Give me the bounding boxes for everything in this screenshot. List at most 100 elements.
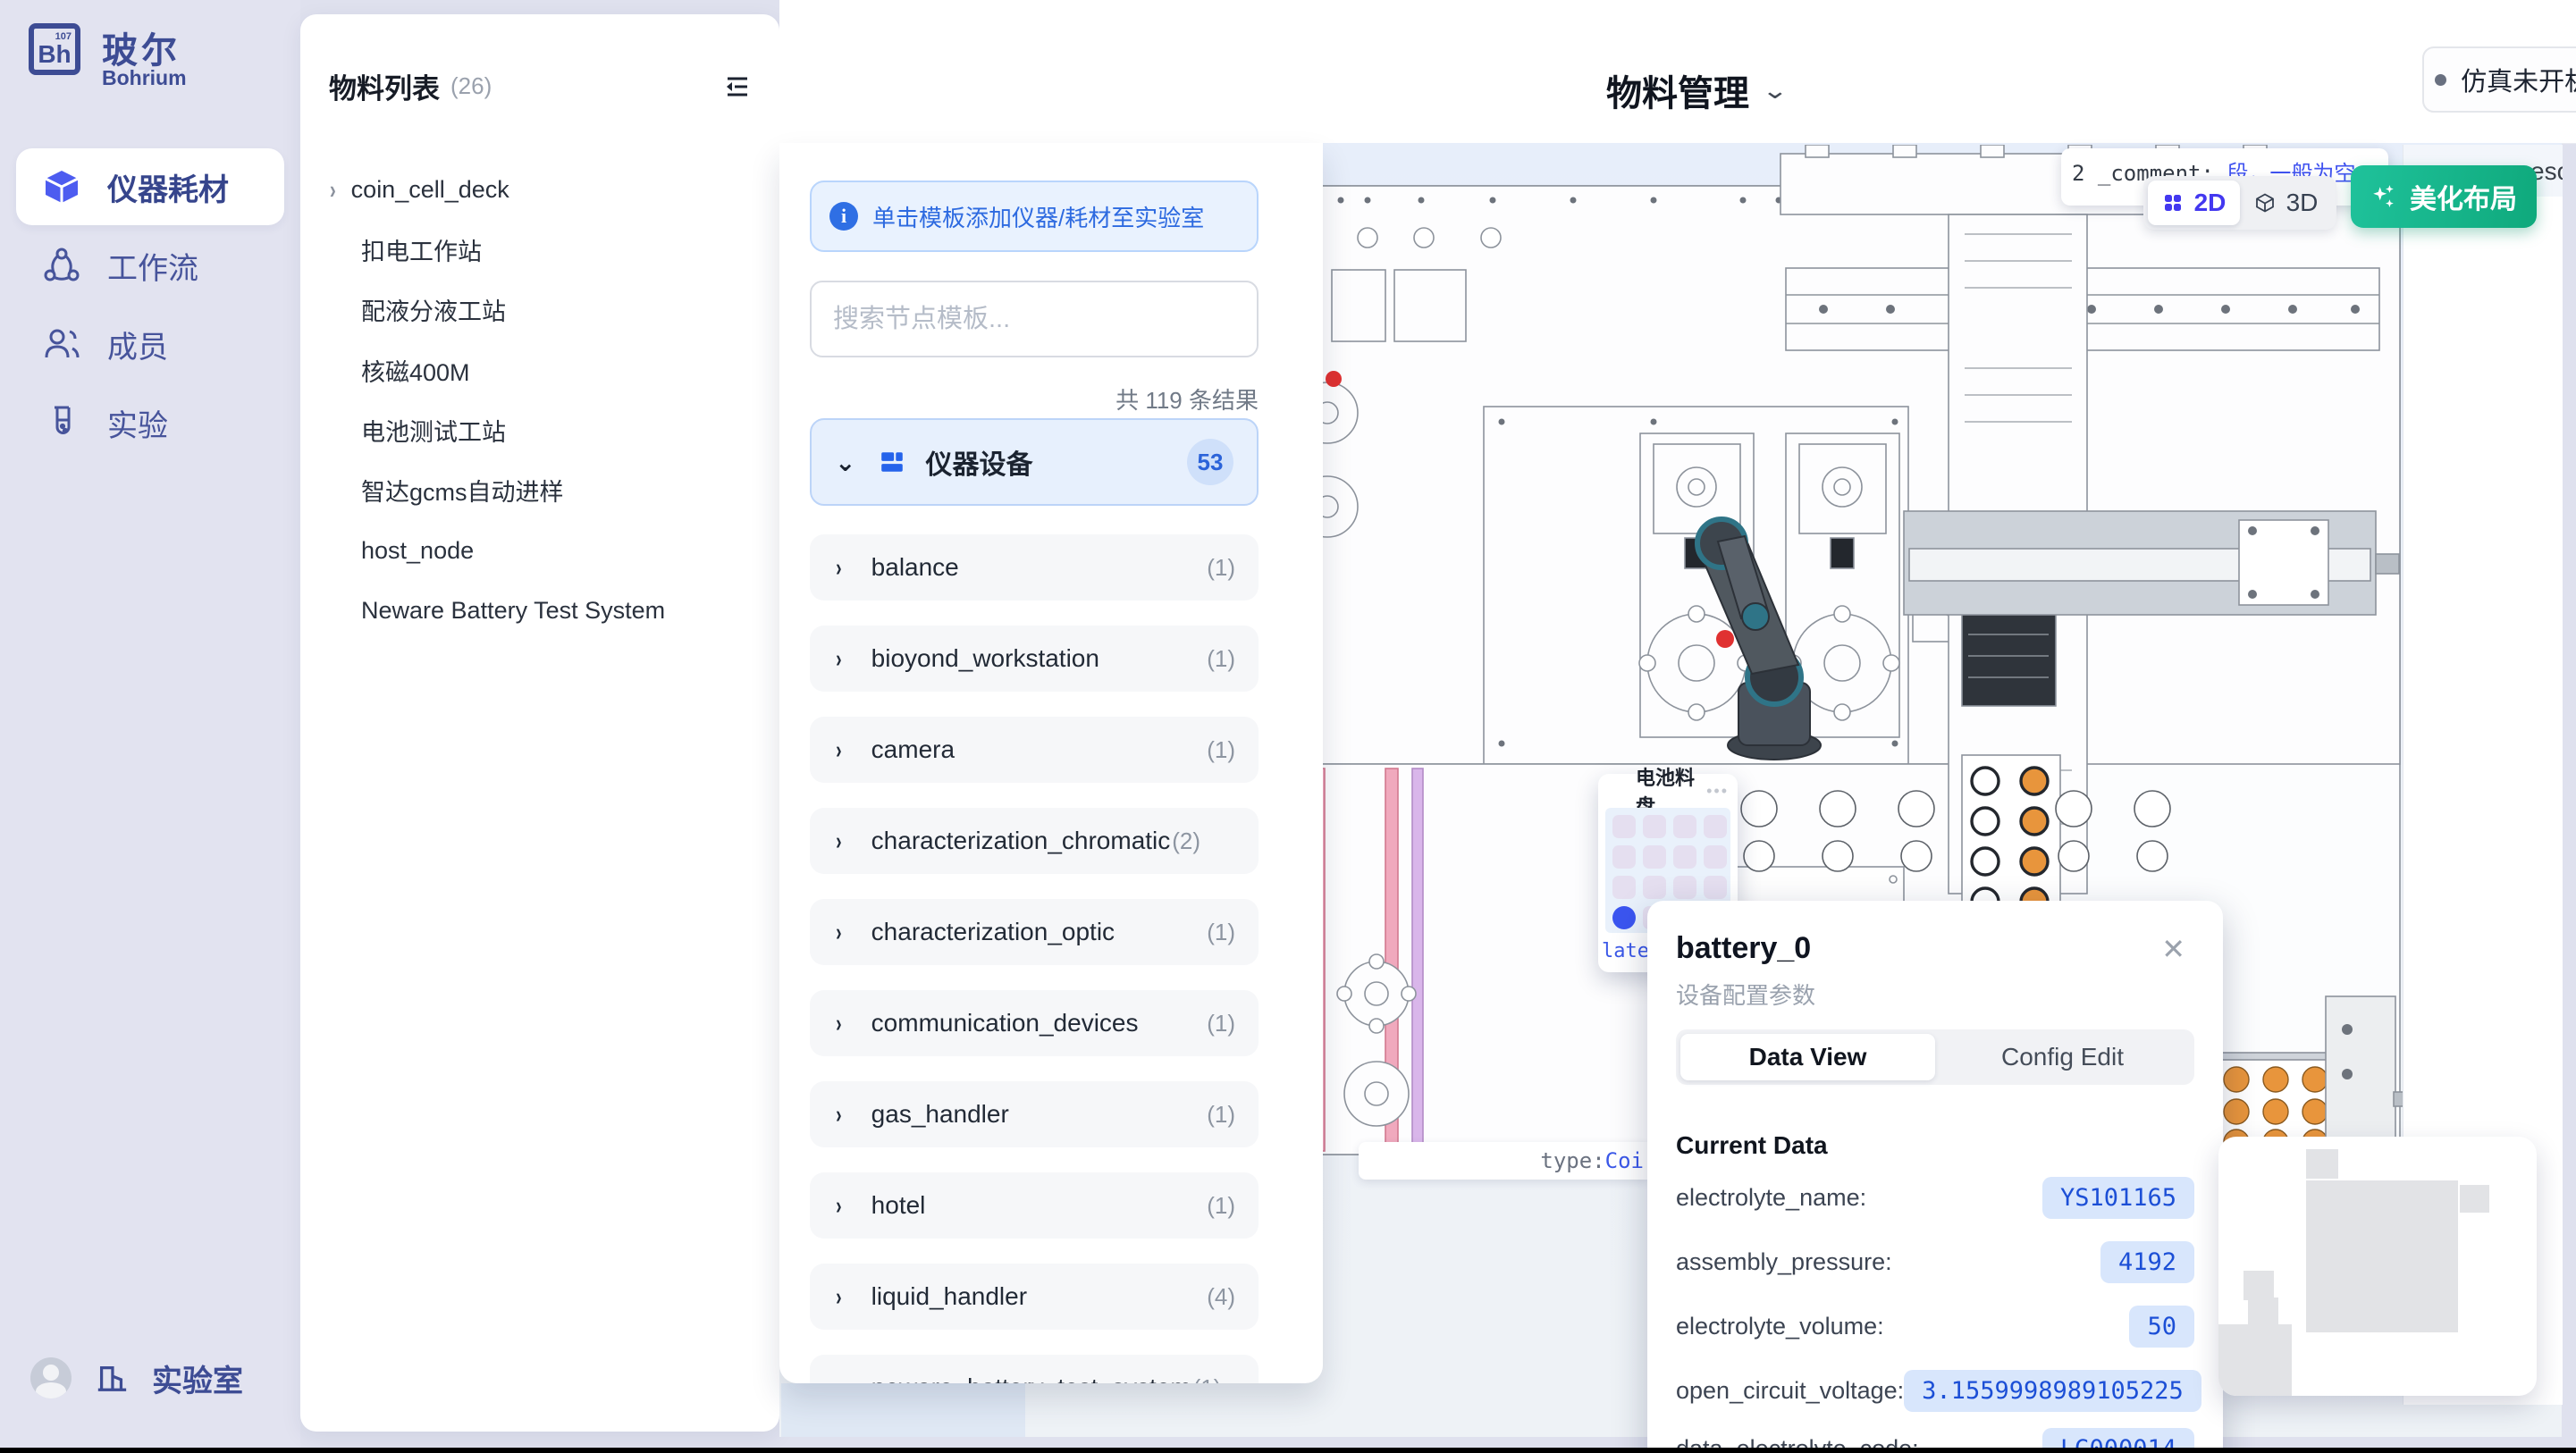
tray-slot[interactable] — [1643, 876, 1666, 899]
simulation-status-pill[interactable]: 仿真未开机 ⟳ — [2422, 46, 2576, 113]
material-item[interactable]: 电池测试工站 — [329, 403, 783, 457]
template-item-count: (1) — [1207, 919, 1235, 946]
material-item[interactable]: host_node — [329, 524, 783, 577]
chevron-down-icon: ⌄ — [1762, 77, 1789, 105]
minimap-block — [2460, 1185, 2489, 1213]
data-row: electrolyte_name: YS101165 — [1676, 1172, 2194, 1222]
minimap-block — [2306, 1149, 2338, 1179]
sidebar-item-workflow[interactable]: 工作流 — [16, 227, 284, 304]
material-item[interactable]: 智达gcms自动进样 — [329, 463, 783, 517]
tray-slot[interactable] — [1673, 876, 1696, 899]
field-key: electrolyte_name: — [1676, 1184, 1866, 1212]
page-title[interactable]: 物料管理 ⌄ — [1606, 64, 1785, 116]
screen-bottom-edge — [0, 1448, 2576, 1453]
tray-slot-selected[interactable] — [1612, 906, 1636, 929]
tray-slot[interactable] — [1612, 815, 1636, 838]
template-item[interactable]: ›camera(1) — [810, 717, 1259, 783]
template-item-label: neware_battery_test_system — [871, 1373, 1191, 1383]
tab-config-edit[interactable]: Config Edit — [1935, 1034, 2190, 1080]
tab-data-view[interactable]: Data View — [1680, 1034, 1935, 1080]
minimap[interactable] — [2218, 1137, 2537, 1396]
material-item[interactable]: › coin_cell_deck — [329, 163, 751, 216]
template-item[interactable]: ›neware_battery_test_system(1) — [810, 1355, 1259, 1383]
template-item[interactable]: ›communication_devices(1) — [810, 990, 1259, 1056]
toggle-2d-label: 2D — [2194, 189, 2227, 217]
lab-switcher[interactable]: 实验室 — [152, 1356, 243, 1400]
minimap-block — [2248, 1298, 2278, 1324]
sidebar-item-experiments[interactable]: 实验 — [16, 384, 284, 461]
template-item[interactable]: ›gas_handler(1) — [810, 1081, 1259, 1147]
sidebar-item-members[interactable]: 成员 — [16, 306, 284, 382]
battery-config-popup: battery_0 ✕ 设备配置参数 Data View Config Edit… — [1647, 901, 2223, 1453]
beautify-layout-button[interactable]: 美化布局 — [2351, 165, 2537, 228]
sidebar-item-label: 工作流 — [107, 244, 198, 288]
template-item[interactable]: ›characterization_chromatic(2) — [810, 808, 1259, 874]
category-label: 仪器设备 — [925, 442, 1032, 482]
material-item[interactable]: Neware Battery Test System — [329, 584, 783, 637]
chevron-right-icon: › — [836, 1191, 842, 1221]
tray-slot[interactable] — [1673, 845, 1696, 869]
material-item-label: 智达gcms自动进样 — [361, 473, 564, 508]
chevron-right-icon: › — [836, 827, 842, 856]
toggle-2d[interactable]: 2D — [2148, 181, 2240, 225]
category-instruments[interactable]: ⌄ 仪器设备 53 — [810, 418, 1259, 506]
bohrium-logo: 107 Bh — [29, 23, 80, 75]
material-item[interactable]: 配液分液工站 — [329, 282, 783, 336]
template-item-label: liquid_handler — [871, 1282, 1027, 1311]
template-item-count: (1) — [1207, 1192, 1235, 1220]
toggle-3d[interactable]: 3D — [2240, 181, 2332, 225]
sparkles-icon — [2370, 183, 2397, 210]
template-item[interactable]: ›bioyond_workstation(1) — [810, 626, 1259, 692]
chevron-right-icon: › — [836, 1100, 842, 1130]
workflow-icon — [43, 247, 80, 284]
data-row: open_circuit_voltage: 3.1559998989105225 — [1676, 1365, 2194, 1415]
tray-slot[interactable] — [1643, 815, 1666, 838]
field-value: YS101165 — [2042, 1177, 2194, 1219]
template-item-count: (1) — [1207, 554, 1235, 582]
template-item-count: (4) — [1207, 1283, 1235, 1311]
material-item-label: 核磁400M — [361, 353, 470, 388]
template-item[interactable]: ›balance(1) — [810, 534, 1259, 601]
type-value: Coi — [1605, 1148, 1644, 1173]
template-item-count: (1) — [1207, 736, 1235, 764]
chevron-right-icon: › — [836, 644, 842, 674]
material-list-count: (26) — [450, 72, 492, 100]
template-item-count: (1) — [1207, 645, 1235, 673]
battery-popup-title: battery_0 — [1676, 931, 1811, 966]
sidebar-item-label: 成员 — [107, 323, 168, 366]
chevron-right-icon: › — [836, 1009, 842, 1038]
template-item[interactable]: ›liquid_handler(4) — [810, 1264, 1259, 1330]
material-item[interactable]: 核磁400M — [329, 343, 783, 397]
cube-icon — [43, 168, 80, 206]
chevron-down-icon: ⌄ — [835, 448, 855, 477]
more-dots-icon[interactable]: ••• — [1706, 782, 1729, 801]
grid-2d-icon — [2162, 192, 2184, 214]
current-data-heading: Current Data — [1676, 1131, 1828, 1160]
material-item-label: 配液分液工站 — [361, 292, 506, 327]
template-item-count: (1) — [1207, 1101, 1235, 1129]
sidebar-item-label: 仪器耗材 — [107, 165, 229, 209]
tray-slot[interactable] — [1612, 845, 1636, 869]
experiment-icon — [43, 404, 80, 441]
material-item[interactable]: 扣电工作站 — [329, 223, 783, 276]
info-icon: i — [829, 202, 858, 231]
tray-slot[interactable] — [1643, 845, 1666, 869]
template-item[interactable]: › hotel (1) — [810, 1172, 1259, 1239]
sidebar: 107 Bh 玻尔 Bohrium 仪器耗材 工作流 成员 — [0, 0, 300, 1453]
tray-slot[interactable] — [1704, 876, 1727, 899]
template-item[interactable]: ›characterization_optic(1) — [810, 899, 1259, 965]
collapse-panel-icon[interactable] — [724, 73, 751, 100]
material-item-label: host_node — [361, 537, 474, 565]
avatar[interactable] — [30, 1357, 72, 1398]
sidebar-item-instruments[interactable]: 仪器耗材 — [16, 148, 284, 225]
tray-slot[interactable] — [1673, 815, 1696, 838]
template-item-label: hotel — [871, 1191, 926, 1220]
tray-slot[interactable] — [1704, 845, 1727, 869]
field-key: electrolyte_volume: — [1676, 1313, 1884, 1340]
tray-slot[interactable] — [1704, 815, 1727, 838]
logo-number: 107 — [55, 31, 72, 42]
tray-slot[interactable] — [1612, 876, 1636, 899]
close-icon[interactable]: ✕ — [2161, 935, 2185, 963]
template-hint-banner: i 单击模板添加仪器/耗材至实验室 — [810, 181, 1259, 252]
search-input[interactable] — [810, 281, 1259, 357]
